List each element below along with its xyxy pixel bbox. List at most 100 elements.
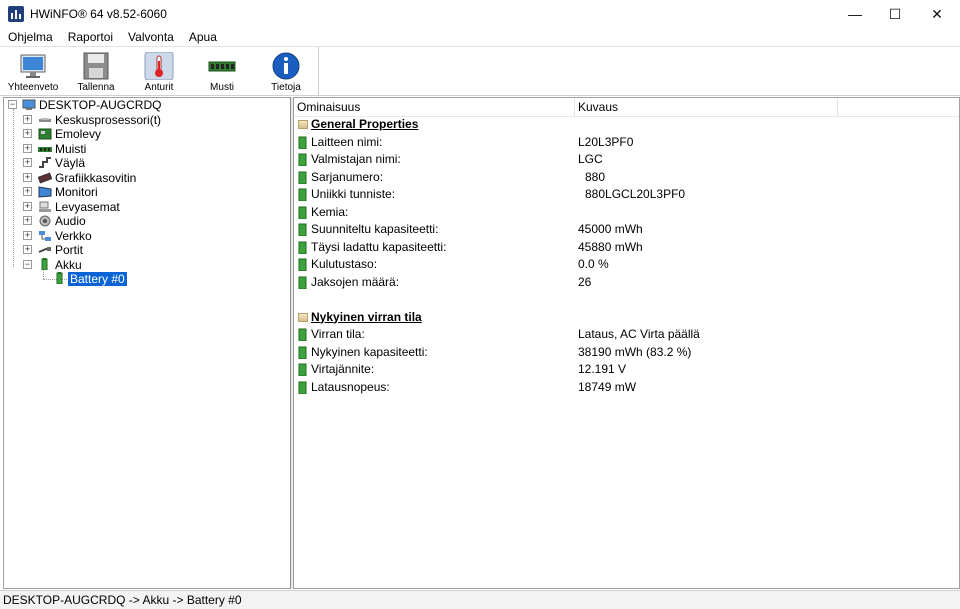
property-value: 880 <box>585 169 606 184</box>
property-name: Kemia: <box>311 204 349 219</box>
tree-item-motherboard[interactable]: + Emolevy <box>23 127 273 141</box>
section-icon <box>298 120 308 129</box>
memory-icon <box>38 146 52 152</box>
expand-expander[interactable]: + <box>23 172 32 182</box>
tree-item-drives[interactable]: + Levyasemat <box>23 200 273 214</box>
property-name: Valmistajan nimi: <box>311 152 401 166</box>
tree-item-graphics[interactable]: + Grafiikkasovitin <box>23 171 273 185</box>
tree-item-bus[interactable]: + Väylä <box>23 156 273 170</box>
expand-expander[interactable]: + <box>23 216 32 225</box>
property-row[interactable]: Virran tila: Lataus, AC Virta päällä <box>294 326 954 343</box>
menu-ohjelma[interactable]: Ohjelma <box>0 28 60 46</box>
tree-item-label: Audio <box>55 214 86 228</box>
summary-label: Yhteenveto <box>7 82 59 93</box>
device-tree[interactable]: − DESKTOP-AUGCRDQ + Keskusprosessori(t) … <box>3 97 291 589</box>
property-value: 38190 mWh (83.2 %) <box>578 344 692 359</box>
battery-icon <box>298 223 307 236</box>
ports-icon <box>38 247 51 253</box>
property-row[interactable]: Valmistajan nimi: LGC <box>294 151 954 168</box>
property-value: Lataus, AC Virta päällä <box>578 327 700 341</box>
tree-item-label: Emolevy <box>55 127 102 141</box>
tree-item-label: Akku <box>55 257 82 272</box>
close-button[interactable]: ✕ <box>914 0 960 28</box>
tree-item-battery-0[interactable]: Battery #0 <box>53 272 203 286</box>
status-bar: DESKTOP-AUGCRDQ -> Akku -> Battery #0 <box>0 590 960 609</box>
battery-icon <box>298 381 307 394</box>
tree-item-cpu[interactable]: + Keskusprosessori(t) <box>23 113 273 127</box>
section-header[interactable]: Nykyinen virran tila <box>294 309 954 326</box>
expand-expander[interactable]: + <box>23 129 32 138</box>
tree-item-label: Grafiikkasovitin <box>55 170 137 185</box>
battery-icon <box>298 346 307 359</box>
sensors-button[interactable]: Anturit <box>129 49 189 95</box>
menu-raportoi[interactable]: Raportoi <box>60 28 120 46</box>
maximize-button[interactable]: ☐ <box>872 0 918 28</box>
thermometer-icon <box>144 52 174 80</box>
battery-icon <box>298 363 307 376</box>
column-header-property[interactable]: Ominaisuus <box>294 98 575 116</box>
tree-item-label: Muisti <box>55 141 87 156</box>
property-row[interactable]: Nykyinen kapasiteetti: 38190 mWh (83.2 %… <box>294 344 954 361</box>
cpu-icon <box>39 117 51 122</box>
property-value: 45880 mWh <box>578 239 643 254</box>
property-row[interactable]: Laitteen nimi: L20L3PF0 <box>294 134 954 151</box>
tree-item-label: Keskusprosessori(t) <box>55 112 162 127</box>
property-row[interactable]: Kemia: <box>294 204 954 221</box>
expand-expander[interactable]: + <box>23 201 32 211</box>
collapse-expander[interactable]: − <box>8 100 17 109</box>
menu-apua[interactable]: Apua <box>181 28 224 46</box>
expand-expander[interactable]: + <box>23 230 32 240</box>
property-row[interactable]: Latausnopeus: 18749 mW <box>294 379 954 396</box>
property-row[interactable]: Sarjanumero: 880 <box>294 169 954 186</box>
tree-item-ports[interactable]: + Portit <box>23 243 273 257</box>
property-row[interactable]: Virtajännite: 12.191 V <box>294 361 954 378</box>
expand-expander[interactable]: + <box>23 114 32 124</box>
memory-button[interactable]: Musti <box>192 49 252 95</box>
tree-item-label: Verkko <box>55 228 92 243</box>
property-name: Latausnopeus: <box>311 379 390 394</box>
battery-icon <box>298 206 307 219</box>
property-name: Virtajännite: <box>311 362 375 376</box>
tree-line <box>13 109 14 267</box>
battery-icon <box>298 258 307 271</box>
tree-item-battery[interactable]: − Akku <box>23 257 273 272</box>
tree-root[interactable]: − DESKTOP-AUGCRDQ <box>8 98 278 112</box>
property-row[interactable]: Täysi ladattu kapasiteetti: 45880 mWh <box>294 239 954 256</box>
menu-valvonta[interactable]: Valvonta <box>120 28 181 46</box>
expand-expander[interactable]: + <box>23 143 32 153</box>
sensors-label: Anturit <box>144 82 174 93</box>
section-header[interactable]: General Properties <box>294 116 954 133</box>
property-name: Jaksojen määrä: <box>311 274 400 289</box>
computer-icon <box>22 99 36 110</box>
property-name: Suunniteltu kapasiteetti: <box>311 222 439 236</box>
property-name: Täysi ladattu kapasiteetti: <box>311 239 447 254</box>
drive-icon <box>39 201 51 212</box>
battery-icon <box>298 188 307 201</box>
save-button[interactable]: Tallenna <box>66 49 126 95</box>
property-value: 12.191 V <box>578 362 627 376</box>
toolbar: Yhteenveto Tallenna Anturit Musti Tietoj… <box>0 46 960 96</box>
tree-item-memory[interactable]: + Muisti <box>23 142 273 156</box>
title-bar: HWiNFO® 64 v8.52-6060 — ☐ ✕ <box>0 0 960 28</box>
property-row[interactable]: Suunniteltu kapasiteetti: 45000 mWh <box>294 221 954 238</box>
tree-item-label: Väylä <box>55 156 86 170</box>
tree-item-network[interactable]: + Verkko <box>23 229 273 243</box>
property-row[interactable]: Jaksojen määrä: 26 <box>294 274 954 291</box>
details-list[interactable]: Ominaisuus Kuvaus General Properties Lai… <box>293 97 960 589</box>
expand-expander[interactable]: + <box>23 187 32 196</box>
tree-item-audio[interactable]: + Audio <box>23 214 273 228</box>
summary-button[interactable]: Yhteenveto <box>3 49 63 95</box>
expand-expander[interactable]: + <box>23 245 32 254</box>
tree-item-monitor[interactable]: + Monitori <box>23 185 273 199</box>
property-row[interactable]: Kulutustaso: 0.0 % <box>294 256 954 273</box>
column-header-description[interactable]: Kuvaus <box>575 98 838 116</box>
monitor-icon <box>20 54 46 78</box>
about-button[interactable]: Tietoja <box>256 49 316 95</box>
collapse-expander[interactable]: − <box>23 259 32 269</box>
property-value: LGC <box>578 152 603 166</box>
expand-expander[interactable]: + <box>23 158 32 167</box>
monitor-icon <box>38 186 52 198</box>
battery-icon <box>298 241 307 254</box>
property-row[interactable]: Uniikki tunniste: 880LGCL20L3PF0 <box>294 186 954 203</box>
info-icon <box>272 52 300 80</box>
